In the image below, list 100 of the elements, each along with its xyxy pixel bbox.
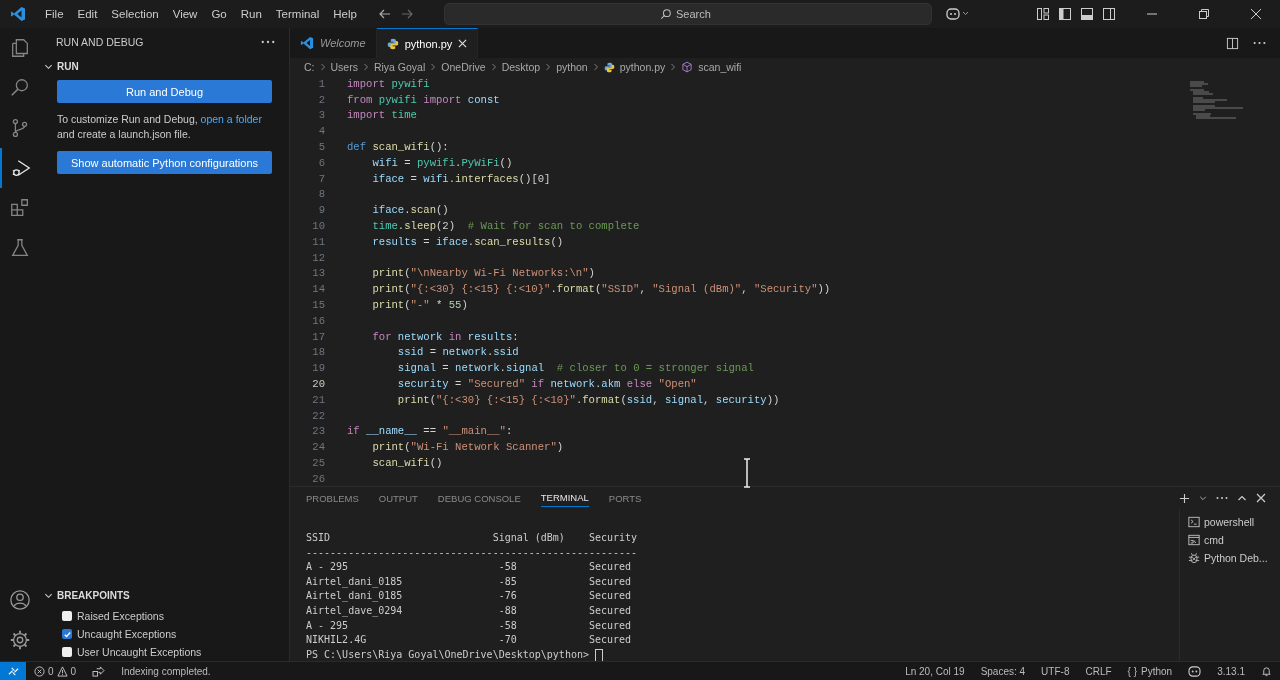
ports-icon[interactable] [92,665,106,677]
chevron-icon [545,63,552,71]
terminal-line: Airtel_dave_0294 -88 Secured [306,603,633,619]
menu-item[interactable]: Terminal [268,8,327,20]
python-configurations-button[interactable]: Show automatic Python configurations [57,151,272,174]
checkbox[interactable] [62,629,72,639]
code-line: print("-" * 55) [371,299,468,312]
toggle-panel-icon[interactable] [1080,7,1094,21]
restore-icon[interactable] [1198,8,1210,20]
account-icon[interactable] [9,589,31,611]
layout-icon[interactable] [1036,7,1050,21]
checkbox[interactable] [62,647,72,657]
code-line: signal = network.signal # closer to 0 = stronger signal [396,362,754,375]
menu-item[interactable]: Edit [70,8,105,20]
breadcrumb-item[interactable]: Riya Goyal [373,61,426,73]
breakpoint-label: Raised Exceptions [77,610,164,622]
error-icon [34,665,45,677]
toggle-secondary-sidebar-icon[interactable] [1102,7,1116,21]
panel-tab[interactable]: TERMINAL [540,489,589,507]
panel-tab[interactable]: PROBLEMS [306,489,359,507]
breadcrumb-item[interactable]: python [556,61,588,73]
code-line: for network in results: [371,330,519,343]
run-debug-icon [10,157,32,179]
chevron-icon [362,63,369,71]
settings-icon[interactable] [9,629,31,651]
run-and-debug-button[interactable]: Run and Debug [57,80,272,103]
terminal-list-item[interactable]: cmd [1180,531,1280,549]
code-line: print("{:<30} {:<15} {:<10}".format(ssid, signal, security)) [396,393,780,406]
cube-icon [681,61,694,73]
breadcrumb-item[interactable]: C: [304,61,315,73]
menu-item[interactable]: Selection [104,8,166,20]
sidebar-title: RUN AND DEBUG [56,36,144,48]
panel-tab[interactable]: OUTPUT [378,489,418,507]
menu-item[interactable]: Help [326,8,364,20]
more-actions-icon[interactable] [1253,41,1266,45]
editor-tab[interactable]: Welcome [290,28,377,58]
status-item[interactable]: CRLF [1085,665,1112,677]
section-title[interactable]: BREAKPOINTS [57,589,130,601]
bug-icon [1188,552,1200,564]
breadcrumb-item[interactable]: python.py [619,61,666,73]
search-icon [659,8,672,20]
terminal-list-item[interactable]: Python Deb... [1180,549,1280,567]
problems-indicator[interactable]: 0 0 [34,665,77,677]
breadcrumb-item[interactable]: OneDrive [441,61,486,73]
bell-icon[interactable] [1261,665,1272,677]
panel-tab[interactable]: PORTS [608,489,642,507]
line-number: 3 [317,109,325,122]
terminal-list-item[interactable]: powershell [1180,513,1280,531]
search-field[interactable]: Search [443,3,932,25]
chevron-icon [319,63,326,71]
section-title[interactable]: RUN [57,60,79,72]
breadcrumb-item[interactable]: scan_wifi [698,61,742,73]
code-line: scan_wifi() [371,457,443,469]
dropdown-icon[interactable] [1199,494,1207,502]
close-icon[interactable] [1250,8,1262,20]
line-number: 22 [311,409,325,422]
status-item[interactable]: Ln 20, Col 19 [905,665,965,677]
status-item[interactable]: Spaces: 4 [980,665,1026,677]
back-arrow-icon[interactable] [377,7,392,21]
more-actions-icon[interactable] [261,40,275,44]
breadcrumb-item[interactable]: Users [330,61,358,73]
search-input[interactable]: Search [675,8,716,20]
hint-text: To customize Run and Debug, [57,113,199,125]
plus-icon[interactable] [1179,492,1190,504]
menu-item[interactable]: Go [204,8,234,20]
status-item[interactable]: UTF-8 [1041,665,1070,677]
remote-icon [7,665,19,677]
more-actions-icon[interactable] [1216,496,1228,500]
terminal-line: A - 295 -58 Secured [306,560,633,575]
line-number: 19 [311,362,325,375]
line-number: 12 [311,251,325,264]
language-mode[interactable]: { } Python [1127,665,1173,677]
panel-tab[interactable]: DEBUG CONSOLE [437,489,521,507]
breadcrumb-item[interactable]: Desktop [501,61,541,73]
hint-text: and create a launch.json file. [57,128,191,140]
menu-item[interactable]: View [165,8,205,20]
editor-tab[interactable]: python.py [376,28,479,58]
app-logo-icon [10,6,26,22]
close-tab-icon[interactable] [458,39,468,48]
copilot-icon[interactable] [1188,665,1202,677]
remote-button[interactable] [0,662,26,680]
toggle-sidebar-icon[interactable] [1058,7,1072,21]
close-icon[interactable] [1256,493,1266,503]
code-line: import time [347,109,417,122]
terminal-line: NIKHIL2.4G -70 Secured [306,633,633,648]
line-number: 7 [317,172,325,185]
menu-item[interactable]: File [38,8,71,20]
line-number: 25 [311,457,325,469]
chevron-icon [430,63,437,71]
copilot-icon[interactable] [945,7,970,21]
maximize-panel-icon[interactable] [1237,493,1247,503]
checkbox[interactable] [62,611,72,621]
chevron-icon [490,63,497,71]
code-line: print("\nNearby Wi-Fi Networks:\n") [371,267,595,280]
python-version[interactable]: 3.13.1 [1217,665,1245,677]
line-number: 14 [311,283,325,296]
forward-arrow-icon[interactable] [399,7,414,21]
open-folder-link[interactable]: open a folder [200,113,262,125]
split-editor-icon[interactable] [1226,36,1239,50]
menu-item[interactable]: Run [233,8,269,20]
